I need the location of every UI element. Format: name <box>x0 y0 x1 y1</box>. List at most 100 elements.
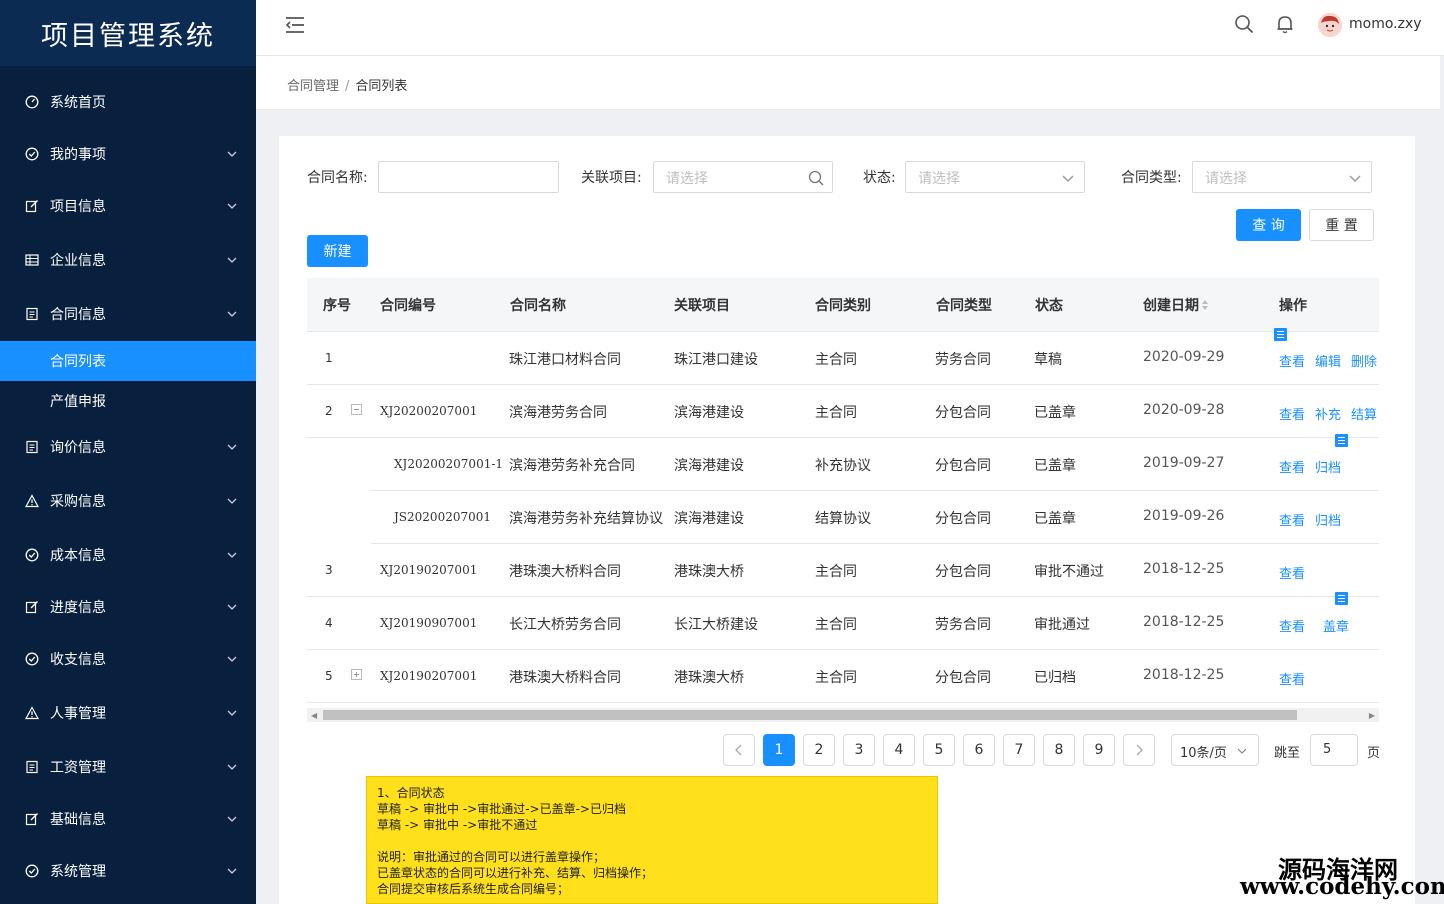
breadcrumb-parent[interactable]: 合同管理 <box>287 79 339 94</box>
sidebar-subitem[interactable]: 合同列表 <box>0 341 256 381</box>
sidebar-item[interactable]: 成本信息 <box>0 529 256 581</box>
action-link[interactable]: 查看 <box>1279 616 1305 635</box>
action-link[interactable]: 查看 <box>1279 457 1305 476</box>
note-icon[interactable] <box>1335 434 1348 447</box>
sidebar-item[interactable]: 基础信息 <box>0 793 256 845</box>
check-circle-icon <box>24 146 40 162</box>
table-row: 4 XJ20190907001 长江大桥劳务合同 长江大桥建设 主合同 劳务合同 审批通过 2… <box>307 597 1379 650</box>
page-button[interactable]: 1 <box>763 734 795 766</box>
sidebar-subitem[interactable]: 产值申报 <box>0 381 256 421</box>
jump-label: 跳至 <box>1274 746 1301 761</box>
sidebar-item[interactable]: 人事管理 <box>0 687 256 739</box>
sidebar-item[interactable]: 项目信息 <box>0 180 256 232</box>
query-button[interactable]: 查 询 <box>1236 209 1301 241</box>
search-icon[interactable] <box>808 170 824 186</box>
next-page-button[interactable] <box>1123 734 1155 766</box>
chevron-right-icon <box>1136 744 1143 756</box>
status-select[interactable]: 请选择 <box>905 161 1085 193</box>
expand-row-icon[interactable] <box>351 669 362 680</box>
scroll-right-icon[interactable]: ▶ <box>1369 711 1375 720</box>
jump-page-input[interactable]: 5 <box>1310 734 1358 766</box>
scroll-left-icon[interactable]: ◀ <box>311 711 317 720</box>
sidebar-item-label: 我的事项 <box>50 147 106 163</box>
action-link[interactable]: 结算 <box>1351 404 1377 423</box>
cell-seq: 5 <box>325 669 333 683</box>
contract-name-input[interactable] <box>378 161 559 193</box>
collapse-row-icon[interactable] <box>351 404 362 415</box>
sidebar-item[interactable]: 我的事项 <box>0 128 256 180</box>
action-link[interactable]: 编辑 <box>1315 351 1341 370</box>
sidebar-item[interactable]: 系统首页 <box>0 76 256 128</box>
sidebar-item[interactable]: 系统管理 <box>0 845 256 897</box>
action-link[interactable]: 查看 <box>1279 351 1305 370</box>
cell-project: 滨海港建设 <box>674 405 744 421</box>
cell-name: 滨海港劳务合同 <box>509 405 607 421</box>
sidebar-item[interactable]: 询价信息 <box>0 421 256 473</box>
sidebar-item[interactable]: 收支信息 <box>0 633 256 685</box>
action-link[interactable]: 查看 <box>1279 669 1305 688</box>
action-link[interactable]: 查看 <box>1279 404 1305 423</box>
contract-type-select[interactable]: 请选择 <box>1192 161 1372 193</box>
avatar[interactable] <box>1318 13 1342 37</box>
col-date[interactable]: 创建日期 <box>1143 295 1209 315</box>
note-line: 草稿 -> 审批中 ->审批通过->已盖章->已归档 <box>377 802 626 816</box>
page-button[interactable]: 2 <box>803 734 835 766</box>
sidebar-item[interactable]: 工资管理 <box>0 741 256 793</box>
cell-status: 草稿 <box>1034 352 1062 368</box>
cell-type: 分包合同 <box>935 511 991 527</box>
action-link[interactable]: 删除 <box>1351 351 1377 370</box>
document-icon <box>24 439 40 455</box>
scrollbar-thumb[interactable] <box>323 710 1297 720</box>
page-button[interactable]: 4 <box>883 734 915 766</box>
action-link[interactable]: 归档 <box>1315 457 1341 476</box>
page-size-select[interactable]: 10条/页 <box>1171 734 1259 766</box>
chevron-down-icon <box>226 254 238 266</box>
cell-status: 已归档 <box>1034 670 1076 686</box>
page-button[interactable]: 7 <box>1003 734 1035 766</box>
cell-status: 已盖章 <box>1034 458 1076 474</box>
action-link[interactable]: 归档 <box>1315 510 1341 529</box>
sidebar-item[interactable]: 采购信息 <box>0 475 256 527</box>
prev-page-button[interactable] <box>723 734 755 766</box>
edit-icon <box>24 811 40 827</box>
page-button[interactable]: 5 <box>923 734 955 766</box>
project-select[interactable]: 请选择 <box>653 161 833 193</box>
username[interactable]: momo.zxy <box>1349 16 1422 32</box>
cell-type: 分包合同 <box>935 564 991 580</box>
page-button[interactable]: 6 <box>963 734 995 766</box>
chevron-down-icon <box>226 653 238 665</box>
sidebar-item-label: 系统管理 <box>50 864 106 880</box>
cell-date: 2020-09-29 <box>1143 349 1225 365</box>
action-link[interactable]: 查看 <box>1279 510 1305 529</box>
new-contract-button[interactable]: 新建 <box>307 235 368 267</box>
action-link[interactable]: 盖章 <box>1323 616 1349 635</box>
sidebar-item-label: 进度信息 <box>50 600 106 616</box>
search-icon[interactable] <box>1234 14 1254 34</box>
table-row: 3 XJ20190207001 港珠澳大桥料合同 港珠澳大桥 主合同 分包合同 审批不通过 2… <box>307 544 1379 597</box>
chevron-down-icon <box>226 813 238 825</box>
sort-icon[interactable] <box>1201 299 1209 311</box>
horizontal-scrollbar[interactable]: ◀ ▶ <box>307 708 1379 722</box>
reset-button[interactable]: 重 置 <box>1309 209 1374 241</box>
sidebar-item[interactable]: 企业信息 <box>0 234 256 286</box>
status-label: 状态: <box>863 170 896 186</box>
sidebar-item[interactable]: 进度信息 <box>0 581 256 633</box>
table-icon <box>24 252 40 268</box>
cell-type: 分包合同 <box>935 458 991 474</box>
page-button[interactable]: 3 <box>843 734 875 766</box>
note-line: 已盖章状态的合同可以进行补充、结算、归档操作； <box>377 866 654 880</box>
note-icon[interactable] <box>1335 592 1348 605</box>
action-link[interactable]: 补充 <box>1315 404 1341 423</box>
note-icon[interactable] <box>1274 328 1287 341</box>
note-line: 说明：审批通过的合同可以进行盖章操作； <box>377 850 606 864</box>
sidebar-item[interactable]: 合同信息 <box>0 288 256 340</box>
page-button[interactable]: 8 <box>1043 734 1075 766</box>
chevron-down-icon <box>1349 175 1361 182</box>
top-header: momo.zxy <box>256 0 1444 56</box>
bell-icon[interactable] <box>1275 14 1295 34</box>
action-link[interactable]: 查看 <box>1279 563 1305 582</box>
menu-collapse-icon[interactable] <box>284 14 306 36</box>
cell-type: 分包合同 <box>935 670 991 686</box>
page-button[interactable]: 9 <box>1083 734 1115 766</box>
cell-code: JS20200207001 <box>394 510 492 524</box>
